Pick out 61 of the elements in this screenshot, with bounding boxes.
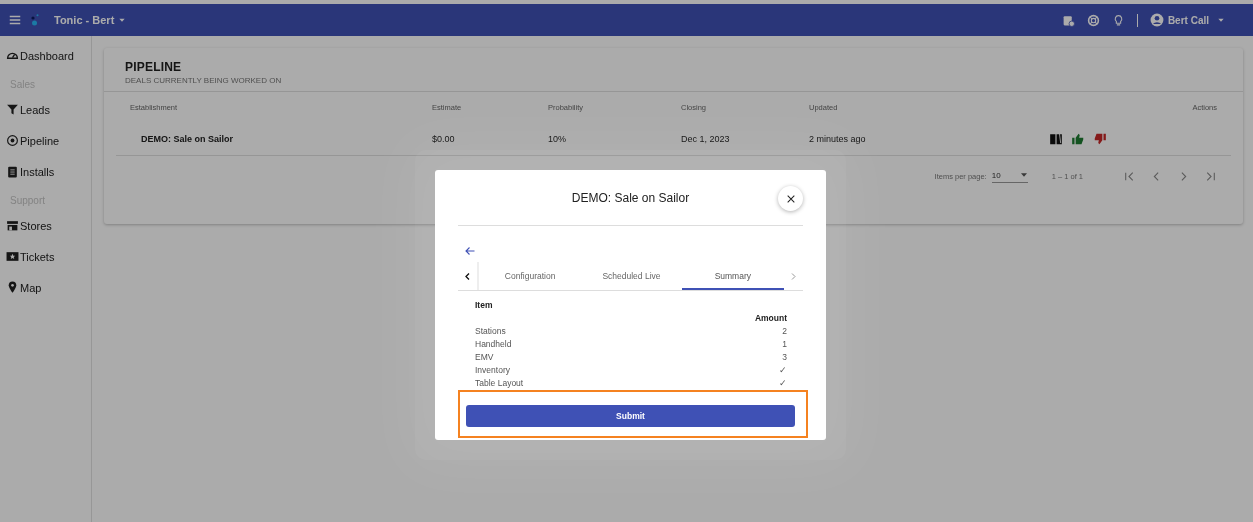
dialog-title: DEMO: Sale on Sailor bbox=[571, 190, 690, 205]
table-cell: EMV bbox=[475, 351, 494, 364]
table-cell-text: DEMO: Sale on Sailor bbox=[140, 133, 235, 144]
arrow-left-icon bbox=[464, 245, 476, 257]
workspace-dropdown[interactable]: Tonic - Bert bbox=[54, 14, 127, 26]
map-pin-icon bbox=[6, 281, 19, 294]
back-button[interactable] bbox=[464, 245, 476, 257]
user-avatar-icon bbox=[1149, 13, 1164, 27]
user-menu-button[interactable]: Bert Call bbox=[1149, 13, 1225, 27]
target-icon bbox=[6, 134, 19, 147]
sidebar-link[interactable]: Leads bbox=[6, 100, 91, 119]
caret-icon bbox=[1217, 16, 1225, 24]
table-cell: ✓ bbox=[779, 364, 787, 377]
reject-button[interactable] bbox=[1093, 131, 1107, 146]
funnel-icon bbox=[6, 103, 19, 116]
tab[interactable]: Summary bbox=[682, 262, 784, 290]
sidebar-link[interactable]: Tickets bbox=[6, 247, 91, 266]
menu-icon bbox=[8, 13, 22, 27]
first-page-icon bbox=[1123, 170, 1136, 183]
first-page-button[interactable] bbox=[1123, 170, 1136, 183]
details-button[interactable] bbox=[1049, 131, 1063, 146]
table-cell-text: 10% bbox=[548, 133, 567, 144]
last-page-button[interactable] bbox=[1204, 170, 1217, 183]
tab[interactable]: Scheduled Live bbox=[580, 262, 683, 290]
table-cell: Table Layout bbox=[475, 377, 524, 390]
card-subtitle: DEALS CURRENTLY BEING WORKED ON bbox=[125, 76, 283, 85]
close-icon bbox=[785, 193, 796, 204]
table-cell: Handheld bbox=[475, 338, 512, 351]
card-title: PIPELINE bbox=[125, 60, 183, 74]
thumbs-down-icon bbox=[1093, 131, 1107, 146]
sidebar-link[interactable]: Dashboard bbox=[6, 46, 91, 65]
thumbs-up-icon bbox=[1071, 131, 1085, 146]
caret-icon bbox=[1019, 171, 1028, 179]
ticket-icon bbox=[6, 250, 19, 263]
page-size-select[interactable]: 10 bbox=[991, 170, 1028, 183]
calendar-icon bbox=[1061, 13, 1075, 27]
life-ring-icon bbox=[1086, 13, 1100, 27]
table-cell: 2 bbox=[782, 325, 787, 338]
book-icon bbox=[1049, 131, 1063, 146]
table-cell: Stations bbox=[475, 325, 506, 338]
table-cell-text: $0.00 bbox=[432, 133, 456, 144]
table-cell-text: Dec 1, 2023 bbox=[681, 133, 731, 144]
sidebar-link[interactable]: Stores bbox=[6, 216, 91, 235]
storefront-icon bbox=[6, 219, 19, 232]
column-header: Item bbox=[475, 299, 493, 312]
sidebar-link[interactable]: Pipeline bbox=[6, 131, 91, 150]
sidebar-link[interactable]: Map bbox=[6, 278, 91, 297]
sidebar-link[interactable]: Installs bbox=[6, 162, 91, 181]
table-cell: 3 bbox=[782, 351, 787, 364]
table-cell: ✓ bbox=[779, 377, 787, 390]
table-cell-text: 2 minutes ago bbox=[809, 133, 867, 144]
submit-button[interactable]: Submit bbox=[466, 404, 795, 427]
table-cell: Inventory bbox=[475, 364, 510, 377]
caret-icon bbox=[118, 16, 127, 24]
table-cell: 1 bbox=[782, 338, 787, 351]
tab[interactable]: Configuration bbox=[479, 262, 581, 290]
close-button[interactable] bbox=[778, 186, 803, 211]
last-page-icon bbox=[1204, 170, 1217, 183]
approve-button[interactable] bbox=[1071, 131, 1085, 146]
column-header: Amount bbox=[754, 312, 787, 325]
clipboard-icon bbox=[6, 165, 19, 178]
